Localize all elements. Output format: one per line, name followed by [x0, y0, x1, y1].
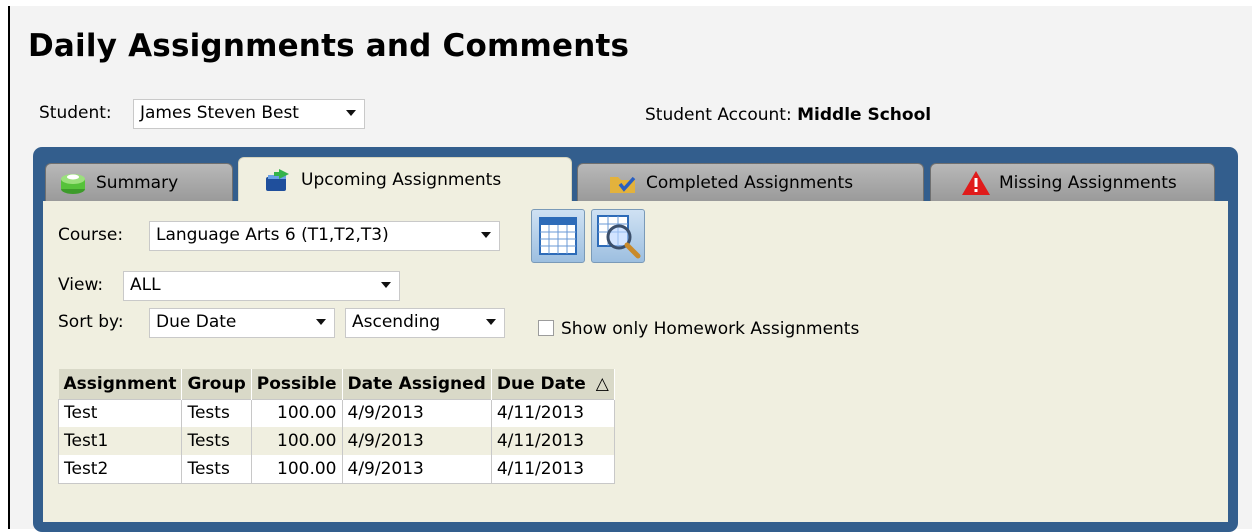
assignments-table: Assignment Group Possible Date Assigned …	[58, 369, 615, 484]
tab-label: Summary	[96, 172, 179, 193]
view-label: View:	[58, 275, 104, 295]
page-frame: Daily Assignments and Comments Student: …	[8, 6, 1252, 532]
column-header-due-date[interactable]: Due Date △	[491, 369, 615, 399]
table-header-row: Assignment Group Possible Date Assigned …	[58, 369, 615, 399]
warning-icon	[962, 170, 990, 195]
tab-label: Upcoming Assignments	[301, 169, 502, 190]
tab-label: Missing Assignments	[999, 172, 1177, 193]
student-account: Student Account: Middle School	[645, 105, 931, 125]
sort-by-select[interactable]: Due Date	[149, 308, 335, 338]
account-value: Middle School	[797, 105, 932, 125]
cell-possible: 100.00	[251, 427, 343, 455]
sort-label: Sort by:	[58, 312, 124, 332]
tab-completed-assignments[interactable]: Completed Assignments	[577, 163, 924, 201]
cell-date-assigned: 4/9/2013	[342, 455, 492, 483]
table-row[interactable]: Test2 Tests 100.00 4/9/2013 4/11/2013	[58, 455, 615, 483]
cell-possible: 100.00	[251, 399, 343, 427]
tab-label: Completed Assignments	[646, 172, 854, 193]
sort-order-select[interactable]: Ascending	[345, 308, 505, 338]
account-label: Student Account:	[645, 105, 792, 125]
course-label: Course:	[58, 225, 124, 245]
chevron-down-icon	[346, 110, 356, 116]
course-select-value: Language Arts 6 (T1,T2,T3)	[156, 225, 389, 245]
book-arrow-icon	[266, 168, 289, 191]
page-title: Daily Assignments and Comments	[28, 28, 630, 64]
cell-assignment: Test1	[58, 427, 183, 455]
tab-missing-assignments[interactable]: Missing Assignments	[930, 163, 1215, 201]
tab-content: Course: Language Arts 6 (T1,T2,T3) View:…	[43, 201, 1228, 522]
cell-date-assigned: 4/9/2013	[342, 399, 492, 427]
order-select-value: Ascending	[352, 312, 441, 332]
course-select[interactable]: Language Arts 6 (T1,T2,T3)	[149, 221, 500, 251]
cell-due-date: 4/11/2013	[491, 427, 615, 455]
cell-group: Tests	[181, 427, 252, 455]
view-select[interactable]: ALL	[123, 271, 400, 301]
cell-due-date: 4/11/2013	[491, 455, 615, 483]
table-row[interactable]: Test1 Tests 100.00 4/9/2013 4/11/2013	[58, 427, 615, 455]
column-header-assignment[interactable]: Assignment	[58, 369, 183, 399]
cell-due-date: 4/11/2013	[491, 399, 615, 427]
due-date-header-label: Due Date	[496, 373, 586, 394]
student-select-value: James Steven Best	[140, 103, 299, 123]
calendar-button[interactable]	[531, 209, 585, 263]
table-row[interactable]: Test Tests 100.00 4/9/2013 4/11/2013	[58, 399, 615, 427]
search-button[interactable]	[591, 209, 645, 263]
column-header-possible[interactable]: Possible	[251, 369, 343, 399]
column-header-date-assigned[interactable]: Date Assigned	[342, 369, 492, 399]
sort-ascending-icon: △	[595, 373, 609, 394]
homework-only-label: Show only Homework Assignments	[561, 319, 860, 339]
cell-group: Tests	[181, 399, 252, 427]
chevron-down-icon	[486, 319, 496, 325]
student-select[interactable]: James Steven Best	[133, 99, 365, 129]
assignments-panel: Summary Upcoming Assignments Completed A…	[33, 147, 1238, 532]
cell-possible: 100.00	[251, 455, 343, 483]
sort-select-value: Due Date	[156, 312, 237, 332]
calendar-icon	[539, 217, 577, 255]
cell-assignment: Test	[58, 399, 183, 427]
books-stack-icon	[61, 173, 85, 194]
cell-date-assigned: 4/9/2013	[342, 427, 492, 455]
tab-bar: Summary Upcoming Assignments Completed A…	[45, 157, 1228, 201]
magnifier-icon	[597, 215, 641, 259]
chevron-down-icon	[381, 282, 391, 288]
cell-group: Tests	[181, 455, 252, 483]
student-label: Student:	[39, 103, 112, 123]
column-header-group[interactable]: Group	[181, 369, 252, 399]
cell-assignment: Test2	[58, 455, 183, 483]
tab-summary[interactable]: Summary	[45, 163, 233, 201]
homework-only-checkbox[interactable]	[538, 320, 554, 336]
view-select-value: ALL	[130, 275, 161, 295]
tab-upcoming-assignments[interactable]: Upcoming Assignments	[238, 157, 572, 201]
folder-check-icon	[610, 176, 636, 193]
chevron-down-icon	[316, 319, 326, 325]
chevron-down-icon	[481, 232, 491, 238]
